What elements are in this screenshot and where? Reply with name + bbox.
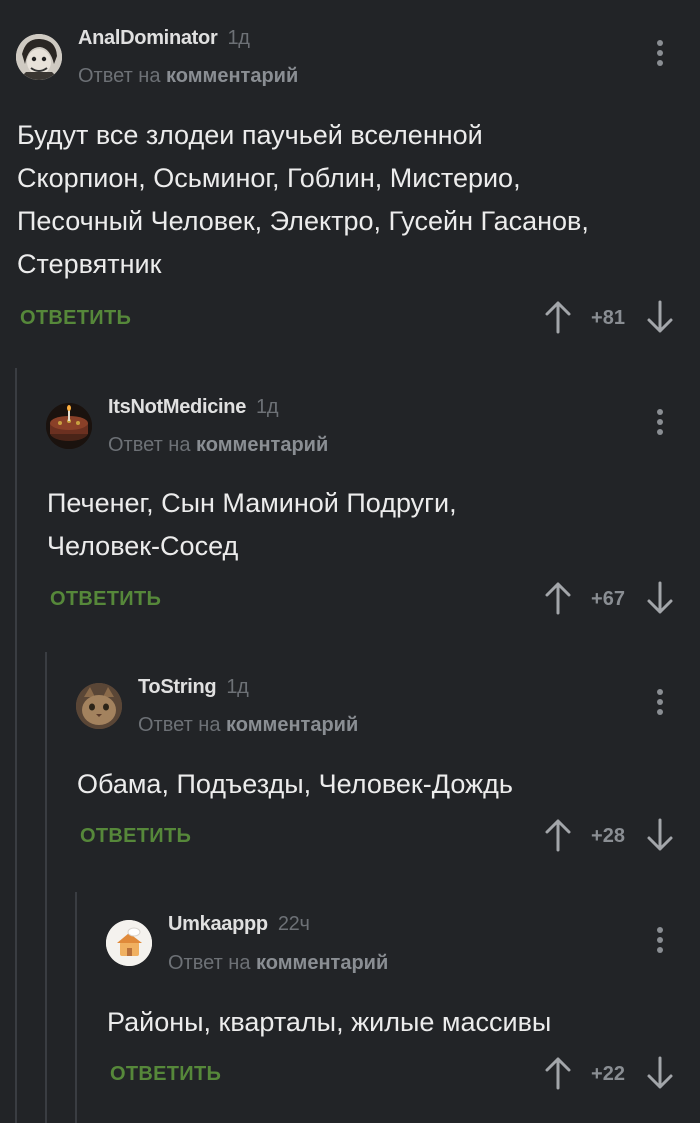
comment-body: Районы, кварталы, жилые массивы <box>107 1001 680 1044</box>
comment-line: Песочный Человек, Электро, Гусейн Гасано… <box>17 206 589 236</box>
comment-line: Человек-Сосед <box>47 531 239 561</box>
more-options-button[interactable] <box>648 33 672 73</box>
reply-to-link[interactable]: комментарий <box>196 434 328 456</box>
username[interactable]: ToString 1д <box>138 676 249 699</box>
comment-line: Печенег, Сын Маминой Подруги, <box>47 488 457 518</box>
username-text: Umkaappp <box>168 913 268 935</box>
reply-to-link[interactable]: комментарий <box>166 65 298 87</box>
reply-to-line: Ответ на комментарий <box>108 434 328 457</box>
arrow-down-icon[interactable] <box>645 299 675 335</box>
comment-line: Скорпион, Осьминог, Гоблин, Мистерио, <box>17 163 521 193</box>
arrow-up-icon[interactable] <box>543 580 573 616</box>
reply-to-prefix: Ответ на <box>168 952 251 974</box>
rating: +22 <box>591 1063 625 1085</box>
avatar[interactable] <box>76 683 122 729</box>
comment-line: Обама, Подъезды, Человек-Дождь <box>77 769 513 799</box>
avatar[interactable] <box>46 403 92 449</box>
reply-to-prefix: Ответ на <box>138 714 221 736</box>
comment-body: Обама, Подъезды, Человек-Дождь <box>77 763 680 806</box>
thread-line-level-1 <box>15 368 17 1123</box>
comment-line: Стервятник <box>17 249 162 279</box>
avatar[interactable] <box>16 34 62 80</box>
avatar[interactable] <box>106 920 152 966</box>
reply-button[interactable]: ОТВЕТИТЬ <box>20 307 131 330</box>
reply-to-line: Ответ на комментарий <box>78 65 298 88</box>
reply-to-prefix: Ответ на <box>78 65 161 87</box>
rating: +28 <box>591 825 625 847</box>
more-options-button[interactable] <box>648 682 672 722</box>
comment-time: 1д <box>226 676 249 698</box>
comment-time: 1д <box>256 396 279 418</box>
arrow-down-icon[interactable] <box>645 1055 675 1091</box>
kebab-menu-icon <box>657 409 663 415</box>
comment-time: 22ч <box>277 913 310 935</box>
more-options-button[interactable] <box>648 402 672 442</box>
comment-time: 1д <box>227 27 250 49</box>
comment-line: Будут все злодеи паучьей вселенной <box>17 120 483 150</box>
arrow-down-icon[interactable] <box>645 580 675 616</box>
arrow-up-icon[interactable] <box>543 1055 573 1091</box>
comment-body: Будут все злодеи паучьей вселенной Скорп… <box>17 114 680 286</box>
kebab-menu-icon <box>657 689 663 695</box>
arrow-up-icon[interactable] <box>543 299 573 335</box>
more-options-button[interactable] <box>648 920 672 960</box>
reply-to-prefix: Ответ на <box>108 434 191 456</box>
username-text: ToString <box>138 676 217 698</box>
thread-line-level-3 <box>75 892 77 1123</box>
username[interactable]: ItsNotMedicine 1д <box>108 396 279 419</box>
reply-button[interactable]: ОТВЕТИТЬ <box>110 1063 221 1086</box>
comment-line: Районы, кварталы, жилые массивы <box>107 1007 552 1037</box>
username[interactable]: AnalDominator 1д <box>78 27 250 50</box>
reply-to-link[interactable]: комментарий <box>226 714 358 736</box>
thread-line-level-2 <box>45 652 47 1123</box>
rating: +81 <box>591 307 625 329</box>
reply-button[interactable]: ОТВЕТИТЬ <box>50 588 161 611</box>
username-text: ItsNotMedicine <box>108 396 247 418</box>
kebab-menu-icon <box>657 40 663 46</box>
rating: +67 <box>591 588 625 610</box>
reply-button[interactable]: ОТВЕТИТЬ <box>80 825 191 848</box>
kebab-menu-icon <box>657 927 663 933</box>
arrow-up-icon[interactable] <box>543 817 573 853</box>
reply-to-line: Ответ на комментарий <box>168 952 388 975</box>
reply-to-link[interactable]: комментарий <box>256 952 388 974</box>
arrow-down-icon[interactable] <box>645 817 675 853</box>
reply-to-line: Ответ на комментарий <box>138 714 358 737</box>
username[interactable]: Umkaappp 22ч <box>168 913 310 936</box>
username-text: AnalDominator <box>78 27 218 49</box>
comment-body: Печенег, Сын Маминой Подруги, Человек-Со… <box>47 482 680 568</box>
